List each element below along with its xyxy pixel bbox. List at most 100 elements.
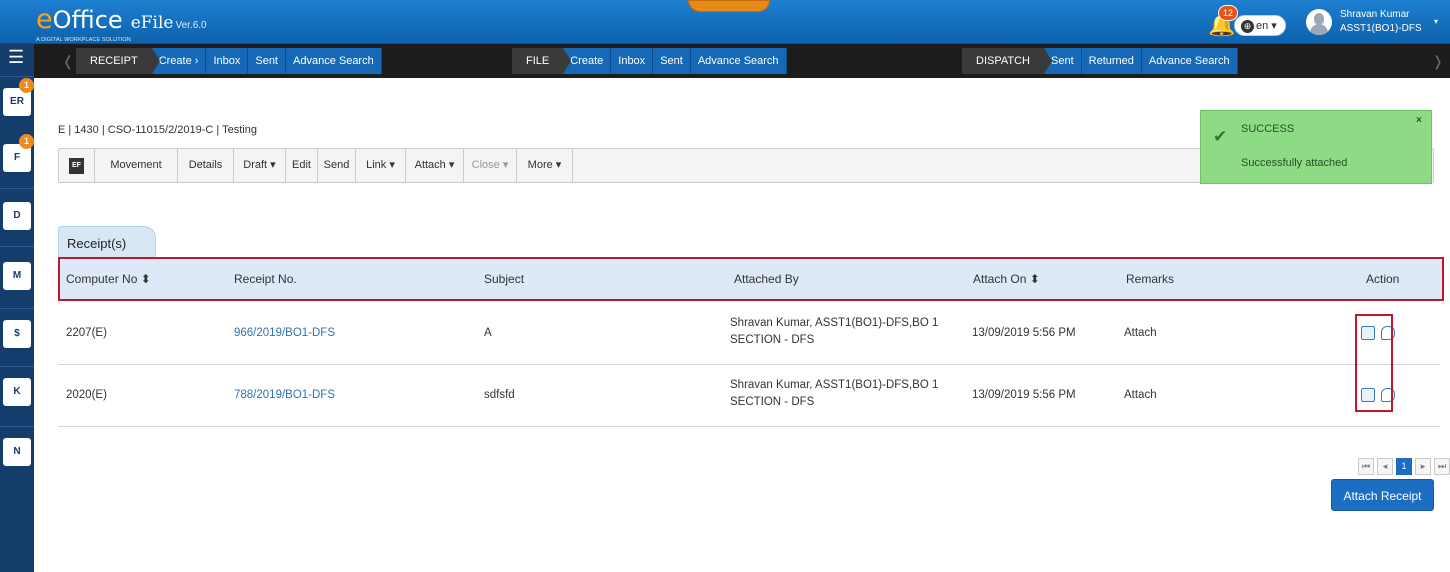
more-dropdown[interactable]: More ▾ — [517, 149, 573, 182]
sidebar-vip-icon[interactable]: $ — [3, 320, 31, 348]
sidebar-divider — [0, 246, 34, 247]
sidebar-file-badge: 1 — [19, 134, 34, 149]
details-button[interactable]: Details — [178, 149, 234, 182]
file-nav-group: FILE Create Inbox Sent Advance Search — [512, 48, 787, 74]
sidebar-file-icon[interactable]: F1 — [3, 134, 34, 172]
menu-hamburger-icon[interactable]: ☰ — [8, 48, 26, 66]
nav-file-sent[interactable]: Sent — [653, 48, 691, 74]
attached-by-line1: Shravan Kumar, ASST1(BO1)-DFS,BO 1 — [730, 317, 939, 329]
receipts-tab[interactable]: Receipt(s) — [58, 226, 156, 257]
link-dropdown[interactable]: Link ▾ — [356, 149, 406, 182]
table-pagination: ⏮ ◂ 1 ▸ ⏭ — [1358, 458, 1450, 476]
user-avatar[interactable] — [1306, 9, 1332, 35]
col-subject: Subject — [484, 272, 525, 286]
app-logo[interactable]: eOffice eFile Ver.6.0 A DIGITAL WORKPLACE … — [36, 4, 207, 43]
col-computer-no[interactable]: Computer No ⬍ — [66, 259, 151, 299]
user-menu-caret-icon: ▾ — [1434, 17, 1439, 26]
sidebar-knowledge-label: K — [13, 386, 21, 397]
nav-dispatch-returned[interactable]: Returned — [1082, 48, 1142, 74]
cell-computer-no: 2020(E) — [66, 389, 107, 401]
cell-subject: A — [484, 327, 492, 339]
cell-attached-by: Shravan Kumar, ASST1(BO1)-DFS,BO 1 SECTI… — [730, 315, 938, 349]
sidebar-notings-icon[interactable]: N — [3, 438, 31, 466]
cell-attached-by: Shravan Kumar, ASST1(BO1)-DFS,BO 1 SECTI… — [730, 377, 938, 411]
close-dropdown[interactable]: Close ▾ — [464, 149, 517, 182]
sidebar-knowledge-icon[interactable]: K — [3, 378, 31, 406]
toast-message: Successfully attached — [1241, 157, 1348, 169]
draft-dropdown[interactable]: Draft ▾ — [234, 149, 286, 182]
nav-receipt-create[interactable]: Create › — [152, 48, 207, 74]
success-check-icon: ✔ — [1213, 127, 1228, 146]
nav-scroll-right-icon[interactable]: ❭ — [1432, 53, 1444, 70]
receipt-nav-group: RECEIPT Create › Inbox Sent Advance Sear… — [76, 48, 382, 74]
sidebar-divider — [0, 188, 34, 189]
globe-icon: ⊕ — [1241, 20, 1254, 33]
col-attached-by: Attached By — [734, 272, 799, 286]
first-page-icon[interactable]: ⏮ — [1358, 458, 1374, 475]
action-highlight-box — [1355, 314, 1393, 412]
cell-remarks: Attach — [1124, 327, 1157, 339]
nav-scroll-left-icon[interactable]: ❬ — [62, 53, 74, 70]
attached-by-line2: SECTION - DFS — [730, 334, 815, 346]
nav-file-inbox[interactable]: Inbox — [611, 48, 654, 74]
col-action: Action — [1366, 272, 1400, 286]
sidebar-divider — [0, 366, 34, 367]
receipt-no-link[interactable]: 788/2019/BO1-DFS — [234, 389, 335, 401]
efile-icon[interactable]: EF — [69, 158, 84, 174]
edit-button[interactable]: Edit — [286, 149, 318, 182]
movement-button[interactable]: Movement — [94, 149, 178, 182]
sidebar-dispatch-label: D — [13, 210, 21, 221]
nav-receipt-label[interactable]: RECEIPT — [76, 48, 160, 74]
prev-page-icon[interactable]: ◂ — [1377, 458, 1393, 475]
collapse-header-tab[interactable] — [688, 0, 770, 12]
app-version: Ver.6.0 — [175, 20, 207, 31]
sidebar-notings-label: N — [13, 446, 21, 457]
sidebar-divider — [0, 426, 34, 427]
send-button[interactable]: Send — [318, 149, 356, 182]
nav-dispatch-advance-search[interactable]: Advance Search — [1142, 48, 1238, 74]
attach-receipt-button[interactable]: Attach Receipt — [1331, 479, 1434, 511]
top-bar: eOffice eFile Ver.6.0 A DIGITAL WORKPLACE … — [0, 0, 1450, 44]
col-receipt-no: Receipt No. — [234, 272, 297, 286]
sidebar-divider — [0, 308, 34, 309]
attach-dropdown[interactable]: Attach ▾ — [406, 149, 464, 182]
nav-receipt-advance-search[interactable]: Advance Search — [286, 48, 382, 74]
col-attach-on[interactable]: Attach On ⬍ — [973, 259, 1040, 299]
logo-office: Office — [52, 6, 123, 34]
nav-receipt-inbox[interactable]: Inbox — [206, 48, 249, 74]
cell-attach-on: 13/09/2019 5:56 PM — [972, 389, 1076, 401]
sidebar-file-label: F — [13, 152, 21, 163]
left-sidebar: ☰ ER 1 F1 D M $ K N — [0, 44, 34, 572]
user-name: Shravan Kumar — [1340, 9, 1410, 20]
sidebar-dispatch-icon[interactable]: D — [3, 202, 31, 230]
logo-efile: eFile — [130, 13, 174, 33]
sidebar-receipt-badge: 1 — [19, 78, 34, 93]
current-page[interactable]: 1 — [1396, 458, 1412, 475]
col-remarks: Remarks — [1126, 272, 1175, 286]
notification-bell-icon[interactable]: 🔔 12 — [1208, 5, 1239, 38]
nav-receipt-sent[interactable]: Sent — [248, 48, 286, 74]
toast-close-icon[interactable]: × — [1416, 115, 1422, 126]
receipts-table-header: Computer No ⬍ Receipt No. Subject Attach… — [58, 257, 1444, 301]
sidebar-movement-label: M — [12, 270, 22, 281]
sidebar-movement-icon[interactable]: M — [3, 262, 31, 290]
cell-computer-no: 2207(E) — [66, 327, 107, 339]
cell-attach-on: 13/09/2019 5:56 PM — [972, 327, 1076, 339]
user-menu[interactable]: Shravan Kumar ASST1(BO1)-DFS ▾ — [1340, 8, 1438, 36]
receipt-no-link[interactable]: 966/2019/BO1-DFS — [234, 327, 335, 339]
success-toast: ✔ SUCCESS Successfully attached × — [1200, 110, 1432, 184]
language-selector[interactable]: ⊕ en ▾ — [1234, 15, 1286, 36]
nav-dispatch-label[interactable]: DISPATCH — [962, 48, 1052, 74]
module-nav-bar: ❬ RECEIPT Create › Inbox Sent Advance Se… — [34, 44, 1450, 78]
nav-file-label[interactable]: FILE — [512, 48, 572, 74]
table-row: 2020(E) 788/2019/BO1-DFS sdfsfd Shravan … — [58, 365, 1440, 427]
last-page-icon[interactable]: ⏭ — [1434, 458, 1450, 475]
nav-file-advance-search[interactable]: Advance Search — [691, 48, 787, 74]
cell-subject: sdfsfd — [484, 389, 515, 401]
sidebar-vip-label: $ — [14, 328, 20, 339]
logo-e: e — [36, 4, 53, 35]
sidebar-receipt-icon[interactable]: ER 1 — [3, 78, 34, 116]
next-page-icon[interactable]: ▸ — [1415, 458, 1431, 475]
logo-tagline: A DIGITAL WORKPLACE SOLUTION — [36, 37, 131, 43]
avatar-body-shape — [1310, 24, 1328, 35]
